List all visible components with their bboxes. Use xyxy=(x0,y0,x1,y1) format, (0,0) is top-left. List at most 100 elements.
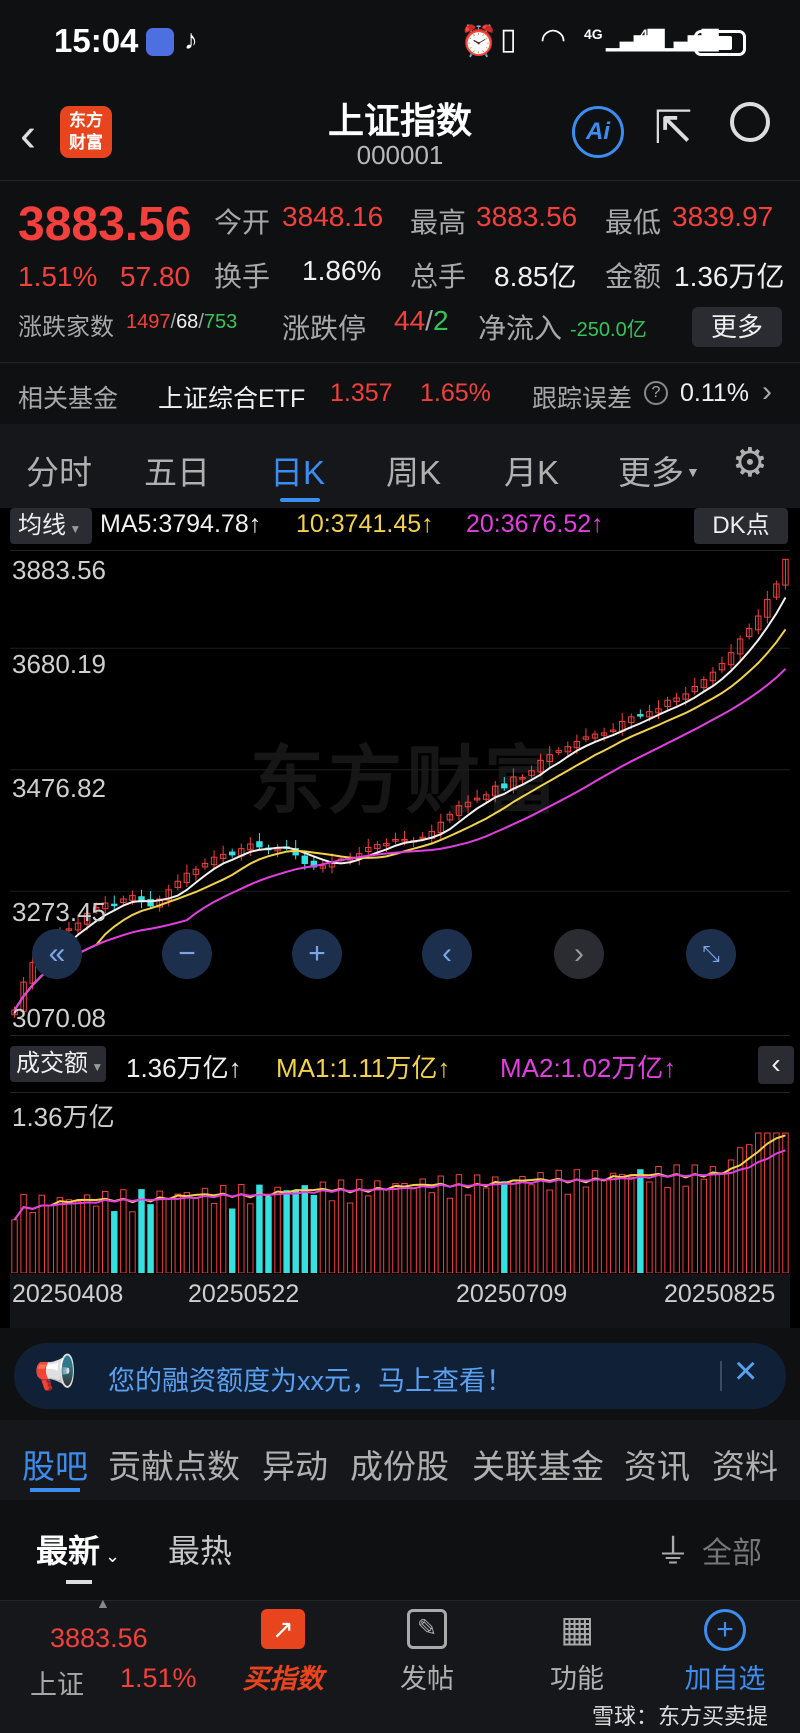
high-value: 3883.56 xyxy=(476,201,578,232)
volume-bar xyxy=(537,1172,544,1273)
candle-body xyxy=(301,855,308,865)
share-icon[interactable]: ⇱ xyxy=(654,100,693,154)
volume-bar xyxy=(374,1180,381,1273)
close-icon[interactable]: × xyxy=(734,1349,757,1394)
tab-period-0[interactable]: 分时 xyxy=(26,446,92,494)
search-icon[interactable] xyxy=(730,102,770,142)
ai-button[interactable]: Ai xyxy=(572,106,624,158)
volume-bar xyxy=(655,1165,662,1273)
volume-bar xyxy=(83,1194,91,1273)
tab-period-5[interactable]: 更多 xyxy=(618,446,684,494)
price-axis-label-1: 3680.19 xyxy=(12,649,106,679)
volume-bar xyxy=(555,1169,562,1273)
volume-chart[interactable]: 1.36万亿 xyxy=(10,1092,790,1273)
dk-point-button[interactable]: DK点 xyxy=(694,508,788,544)
volume-bar xyxy=(192,1197,200,1273)
date-label-1: 20250522 xyxy=(188,1280,300,1308)
sort-hot-tab[interactable]: 最热 xyxy=(168,1526,232,1572)
candle-body xyxy=(256,841,263,848)
zoom-in-icon[interactable]: + xyxy=(292,929,342,979)
zoom-out-icon[interactable]: − xyxy=(162,929,212,979)
filter-icon[interactable]: ⏚ xyxy=(656,1524,690,1573)
volume-bar xyxy=(727,1159,735,1273)
fullscreen-icon[interactable]: ⤡ xyxy=(686,929,736,979)
tab-info-5[interactable]: 资讯 xyxy=(624,1440,690,1488)
bottom-nav: ▲ 3883.56 上证 1.51% ↗ 买指数 ✎ 发帖 ▦ 功能 + 加自选… xyxy=(0,1595,800,1733)
tab-info-3[interactable]: 成份股 xyxy=(350,1440,449,1488)
chevron-right-icon: › xyxy=(762,375,772,408)
limit-label: 涨跌停 xyxy=(282,313,367,344)
tab-period-3[interactable]: 周K xyxy=(386,446,441,494)
tab-info-6[interactable]: 资料 xyxy=(712,1440,778,1488)
volume-bar xyxy=(337,1179,345,1273)
period-tabs: 分时 五日 日K 周K 月K 更多 ▼ ⚙ xyxy=(0,424,800,508)
volume-bar xyxy=(147,1204,154,1273)
vibrate-icon: ▯ xyxy=(500,23,517,56)
scroll-right-icon[interactable]: › xyxy=(554,929,604,979)
eastmoney-logo: 东方 财富 xyxy=(60,106,112,158)
edit-icon: ✎ xyxy=(407,1609,447,1649)
price-chart[interactable]: 东方财富 3883.56 3680.19 3476.82 3273.45 307… xyxy=(10,550,790,1036)
volume-bar xyxy=(401,1182,408,1273)
open-label: 今开 xyxy=(214,207,271,238)
volume-bar xyxy=(319,1181,327,1273)
volume-bar xyxy=(546,1189,553,1273)
tab-period-2[interactable]: 日K xyxy=(270,446,325,494)
sort-latest-tab[interactable]: 最新 ⌄ xyxy=(36,1526,120,1572)
volume-bar xyxy=(11,1219,18,1273)
ma5-line xyxy=(13,596,787,1011)
help-icon[interactable]: ? xyxy=(644,381,668,405)
volume-bar xyxy=(56,1197,64,1273)
price-axis-label-2: 3476.82 xyxy=(12,773,106,803)
limit-values: 44/2 xyxy=(394,305,449,336)
ma10-value: 10:3741.45↑ xyxy=(296,510,434,538)
tab-info-4[interactable]: 关联基金 xyxy=(472,1440,604,1488)
tab-period-1[interactable]: 五日 xyxy=(144,446,210,494)
more-button[interactable]: 更多 xyxy=(692,307,782,347)
bottom-index-price: 3883.56 xyxy=(50,1623,148,1653)
candle-body xyxy=(637,714,644,717)
volume-bar xyxy=(428,1192,435,1273)
volume-bar xyxy=(283,1190,290,1273)
back-icon[interactable]: ‹ xyxy=(20,108,36,163)
dropdown-caret-icon: ▼ xyxy=(686,464,700,480)
amount-value: 1.36万亿 xyxy=(674,261,785,292)
volume-bar xyxy=(111,1211,118,1273)
volume-bar xyxy=(573,1169,581,1273)
tab-info-0[interactable]: 股吧 xyxy=(22,1440,88,1488)
price-axis-label-0: 3883.56 xyxy=(12,555,106,585)
tab-info-1[interactable]: 贡献点数 xyxy=(108,1440,240,1488)
settings-gear-icon[interactable]: ⚙ xyxy=(732,440,768,486)
tab-info-2[interactable]: 异动 xyxy=(262,1440,328,1488)
financing-banner[interactable]: 📢 您的融资额度为xx元，马上查看！ × xyxy=(14,1343,786,1409)
post-button[interactable]: ✎ 发帖 xyxy=(372,1609,482,1719)
date-label-3: 20250825 xyxy=(664,1280,776,1308)
volume-bar xyxy=(764,1132,771,1273)
collapse-panel-button[interactable]: ‹ xyxy=(758,1046,794,1084)
tab-period-4[interactable]: 月K xyxy=(504,446,559,494)
inflow-label: 净流入 xyxy=(478,313,563,344)
volume-bar xyxy=(29,1212,36,1273)
volume-bar xyxy=(564,1193,572,1273)
page-title: 上证指数 xyxy=(327,100,472,141)
ma-label-button[interactable]: 均线 ▼ xyxy=(10,508,92,544)
related-fund-row[interactable]: 相关基金 上证综合ETF 1.357 1.65% 跟踪误差 ? 0.11% › xyxy=(0,362,800,424)
volume-bar xyxy=(274,1186,281,1273)
status-bar: 15:04 ♪ ⏰ ▯ ◠ 4G ▁▃▅▇ 4G ▁▃▅▇ xyxy=(0,0,800,88)
scroll-left-icon[interactable]: ‹ xyxy=(422,929,472,979)
tracking-error-value: 0.11% xyxy=(680,379,750,407)
volume-label: 总手 xyxy=(410,261,467,292)
high-label: 最高 xyxy=(410,207,467,238)
volume-label-button[interactable]: 成交额 ▼ xyxy=(10,1046,106,1082)
volume-bar xyxy=(346,1202,354,1273)
volume-bar xyxy=(47,1205,55,1273)
volume-bar xyxy=(120,1189,127,1273)
signal-label-2: 4G xyxy=(640,26,659,42)
breadth-label: 涨跌家数 xyxy=(18,314,114,341)
buy-index-button[interactable]: ↗ 买指数 xyxy=(228,1609,338,1719)
rewind-icon[interactable]: « xyxy=(32,929,82,979)
volume-bar xyxy=(301,1185,308,1273)
turnover-value: 1.86% xyxy=(302,255,382,286)
filter-all-label[interactable]: 全部 xyxy=(702,1528,762,1572)
volume-bar xyxy=(709,1166,717,1273)
